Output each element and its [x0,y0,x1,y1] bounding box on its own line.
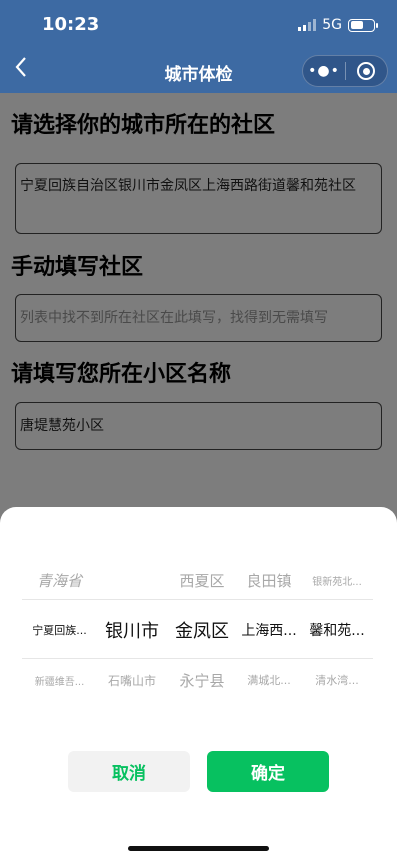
manual-community-input[interactable]: 列表中找不到所在社区在此填写，找得到无需填写 [15,294,382,342]
picker-selected-community[interactable]: 馨和苑... [301,620,373,640]
miniprogram-capsule: •●• [302,55,388,87]
manual-community-heading: 手动填写社区 [11,255,144,280]
community-select-field[interactable]: 宁夏回族自治区银川市金凤区上海西路街道馨和苑社区 [15,163,382,234]
picker-below-province[interactable]: 新疆维吾... [22,673,97,688]
picker-row-above: 青海省 西夏区 良田镇 银新苑北... [22,567,373,593]
picker-selected-city[interactable]: 银川市 [97,617,167,643]
picker-below-city[interactable]: 石嘴山市 [97,672,167,689]
picker-above-community[interactable]: 银新苑北... [301,573,373,588]
neighborhood-heading: 请填写您所在小区名称 [11,362,232,387]
status-time: 10:23 [42,14,100,35]
picker-selected-street[interactable]: 上海西... [237,620,301,640]
home-indicator [128,846,269,851]
battery-icon [348,18,378,32]
picker-row-selected: 宁夏回族... 银川市 金凤区 上海西... 馨和苑... [22,613,373,647]
network-label: 5G [322,17,342,33]
picker-selected-province[interactable]: 宁夏回族... [22,622,97,638]
picker-selected-district[interactable]: 金凤区 [167,617,237,643]
status-indicators: 5G [298,17,378,33]
picker-above-province[interactable]: 青海省 [22,570,97,591]
region-picker-sheet: 青海省 西夏区 良田镇 银新苑北... 宁夏回族... 银川市 金凤区 上海西.… [0,507,397,859]
picker-below-community[interactable]: 清水湾... [301,672,373,688]
close-target-icon[interactable] [346,62,387,80]
picker-above-district[interactable]: 西夏区 [167,570,237,591]
picker-below-street[interactable]: 满城北... [237,672,301,688]
picker-row-below: 新疆维吾... 石嘴山市 永宁县 满城北... 清水湾... [22,667,373,693]
region-picker[interactable]: 青海省 西夏区 良田镇 银新苑北... 宁夏回族... 银川市 金凤区 上海西.… [22,533,373,713]
picker-above-street[interactable]: 良田镇 [237,570,301,591]
cancel-button[interactable]: 取消 [68,751,190,792]
picker-below-district[interactable]: 永宁县 [167,670,237,691]
neighborhood-input[interactable]: 唐堤慧苑小区 [15,402,382,450]
more-menu-icon[interactable]: •●• [303,63,345,79]
app-header: 10:23 5G 城市体检 •●• [0,0,397,93]
confirm-button[interactable]: 确定 [207,751,329,792]
community-heading: 请选择你的城市所在的社区 [11,113,276,138]
signal-icon [298,19,317,31]
